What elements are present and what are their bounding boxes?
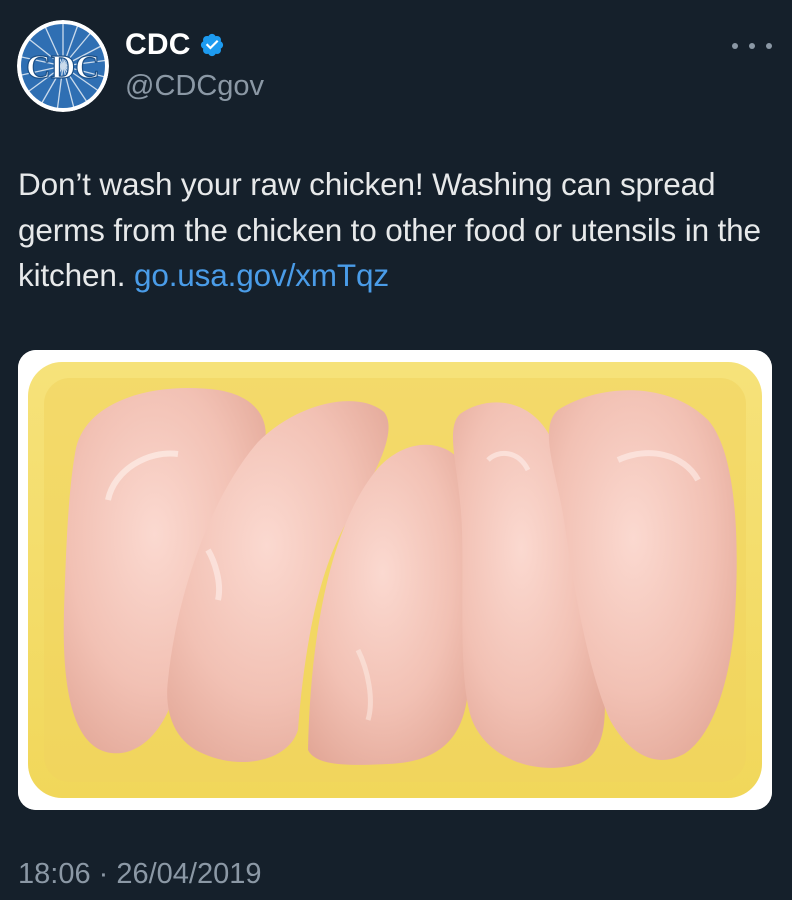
more-dot xyxy=(732,43,738,49)
tweet-text: Don’t wash your raw chicken! Washing can… xyxy=(18,162,778,299)
verified-badge-icon xyxy=(199,32,225,58)
more-options-icon[interactable] xyxy=(732,36,772,56)
more-dot xyxy=(766,43,772,49)
avatar[interactable]: CDC xyxy=(17,20,109,112)
display-name[interactable]: CDC xyxy=(125,28,191,62)
tweet-card: CDC CDC @CDCgov Don’t wash your raw chic… xyxy=(0,0,792,900)
more-dot xyxy=(749,43,755,49)
avatar-text: CDC xyxy=(26,49,100,86)
chicken-photo xyxy=(18,350,772,810)
tweet-link[interactable]: go.usa.gov/xmTqz xyxy=(134,257,389,293)
tweet-image[interactable] xyxy=(18,350,772,810)
name-row: CDC xyxy=(125,28,225,62)
timestamp[interactable]: 18:06 · 26/04/2019 xyxy=(18,858,261,891)
handle[interactable]: @CDCgov xyxy=(125,70,264,103)
tweet-body: Don’t wash your raw chicken! Washing can… xyxy=(18,166,761,293)
cdc-logo: CDC xyxy=(17,20,109,112)
